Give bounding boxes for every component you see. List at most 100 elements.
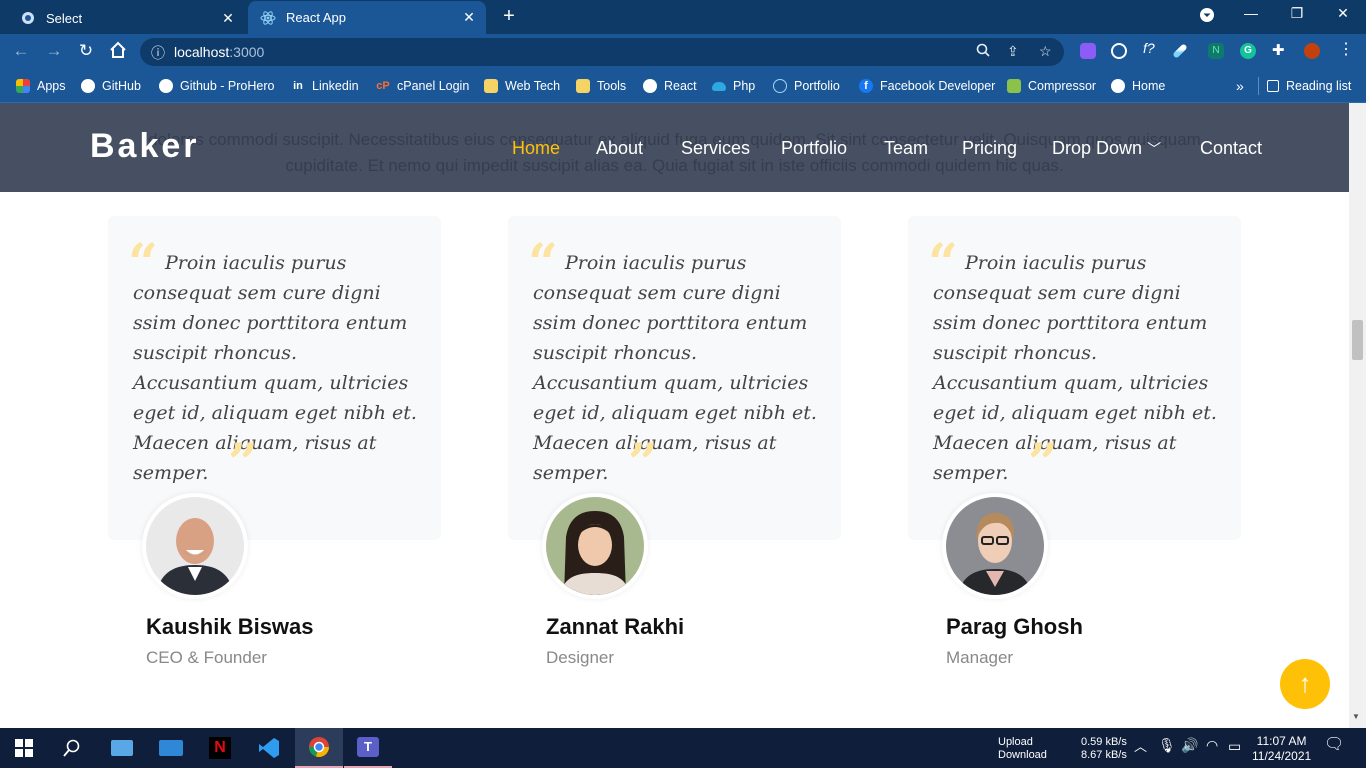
bookmark-github[interactable]: GitHub bbox=[81, 77, 141, 95]
restore-icon[interactable]: ❐ bbox=[1282, 5, 1312, 22]
linkedin-icon: in bbox=[293, 80, 303, 92]
browser-tab-strip: Select ✕ React App ✕ + — ❐ ✕ bbox=[0, 0, 1366, 34]
tab-select[interactable]: Select ✕ bbox=[8, 2, 245, 34]
formula-extension-icon[interactable]: f? bbox=[1143, 40, 1159, 56]
scroll-down-arrow-icon[interactable]: ▼ bbox=[1352, 712, 1360, 721]
bookmark-web-tech[interactable]: Web Tech bbox=[484, 77, 560, 95]
bookmark-tools[interactable]: Tools bbox=[576, 77, 626, 95]
nav-services[interactable]: Services bbox=[681, 138, 750, 159]
nav-portfolio[interactable]: Portfolio bbox=[781, 138, 847, 159]
tab-search-icon[interactable] bbox=[1192, 7, 1222, 26]
person-name: Kaushik Biswas bbox=[146, 614, 314, 639]
back-to-top-button[interactable]: ↑ bbox=[1280, 659, 1330, 709]
chevron-down-icon: ﹀ bbox=[1147, 141, 1162, 157]
netflix-icon[interactable]: N bbox=[196, 728, 244, 768]
nav-contact[interactable]: Contact bbox=[1200, 138, 1262, 159]
bookmark-apps[interactable]: Apps bbox=[16, 77, 66, 95]
bookmark-php[interactable]: Php bbox=[712, 77, 755, 95]
share-icon[interactable]: ⇪ bbox=[1007, 43, 1019, 60]
quote-close-icon: ” bbox=[228, 433, 258, 494]
bookmarks-bar: Apps GitHub Github - ProHero in Linkedin … bbox=[0, 70, 1366, 103]
reload-icon[interactable]: ↻ bbox=[75, 41, 97, 61]
battery-icon[interactable]: ▭ bbox=[1228, 739, 1241, 753]
nav-about[interactable]: About bbox=[596, 138, 643, 159]
testimonial-quote: Proin iaculis purus consequat sem cure d… bbox=[933, 252, 1217, 484]
chrome-icon[interactable] bbox=[295, 728, 343, 768]
cloud-icon bbox=[712, 81, 726, 91]
notifications-icon[interactable]: 🗨 bbox=[1324, 737, 1344, 753]
tab-react-app[interactable]: React App ✕ bbox=[248, 1, 486, 34]
bookmark-github-prohero[interactable]: Github - ProHero bbox=[159, 77, 274, 95]
bookmark-cpanel[interactable]: cP cPanel Login bbox=[376, 77, 469, 95]
apps-grid-icon bbox=[16, 79, 30, 93]
close-tab-icon[interactable]: ✕ bbox=[217, 10, 239, 27]
person-role: CEO & Founder bbox=[146, 648, 267, 667]
profile-avatar[interactable] bbox=[1304, 43, 1320, 59]
bookmark-portfolio[interactable]: Portfolio bbox=[773, 77, 840, 95]
new-tab-icon[interactable]: + bbox=[498, 5, 520, 28]
bookmark-star-icon[interactable]: ☆ bbox=[1039, 43, 1052, 60]
bookmark-home[interactable]: Home bbox=[1111, 77, 1165, 95]
github-icon bbox=[81, 79, 95, 93]
compressor-icon bbox=[1007, 79, 1021, 93]
menu-kebab-icon[interactable]: ⋮ bbox=[1338, 39, 1354, 58]
tab-title: React App bbox=[286, 10, 346, 25]
back-icon[interactable]: ← bbox=[10, 41, 32, 61]
site-header: dolores commodi suscipit. Necessitatibus… bbox=[0, 103, 1349, 192]
minimize-icon[interactable]: — bbox=[1236, 5, 1266, 21]
github-icon bbox=[643, 79, 657, 93]
start-windows-icon[interactable] bbox=[0, 728, 48, 768]
vscode-icon[interactable] bbox=[245, 728, 293, 768]
bookmark-react[interactable]: React bbox=[643, 77, 697, 95]
explorer-app-icon[interactable] bbox=[98, 728, 146, 768]
facebook-icon: f bbox=[859, 79, 873, 93]
bookmarks-overflow-icon[interactable]: » bbox=[1236, 77, 1244, 95]
avatar bbox=[542, 493, 648, 599]
github-icon bbox=[159, 79, 173, 93]
person-photo bbox=[146, 497, 244, 595]
mail-icon[interactable] bbox=[147, 728, 195, 768]
wifi-icon[interactable]: ◠ bbox=[1206, 738, 1218, 752]
page-viewport: dolores commodi suscipit. Necessitatibus… bbox=[0, 103, 1349, 728]
extension-icon[interactable] bbox=[1080, 43, 1096, 59]
close-window-icon[interactable]: ✕ bbox=[1328, 5, 1358, 22]
grammarly-icon[interactable]: G bbox=[1240, 43, 1256, 59]
teams-icon[interactable]: T bbox=[344, 728, 392, 768]
nav-dropdown[interactable]: Drop Down ﹀ bbox=[1052, 138, 1161, 159]
address-toolbar: ← → ↻ ⓘ localhost:3000 ⇪ ☆ f? N G ✚ ⋮ bbox=[0, 34, 1366, 70]
globe-icon bbox=[1111, 79, 1125, 93]
bookmark-linkedin[interactable]: in Linkedin bbox=[291, 77, 358, 95]
nav-home[interactable]: Home bbox=[512, 138, 560, 159]
reading-list-button[interactable]: Reading list bbox=[1258, 77, 1351, 95]
reading-list-icon bbox=[1267, 80, 1279, 92]
zoom-icon[interactable] bbox=[976, 43, 990, 60]
clock[interactable]: 11:07 AM 11/24/2021 bbox=[1252, 734, 1311, 764]
cpanel-icon: cP bbox=[376, 80, 390, 92]
search-icon[interactable] bbox=[48, 728, 96, 768]
network-speeds: 0.59 kB/s 8.67 kB/s bbox=[1081, 736, 1127, 761]
person-role: Designer bbox=[546, 648, 615, 667]
scrollbar-track[interactable] bbox=[1349, 103, 1366, 728]
color-picker-icon[interactable] bbox=[1172, 43, 1188, 59]
site-logo[interactable]: Baker bbox=[90, 127, 200, 166]
home-icon[interactable] bbox=[107, 41, 129, 64]
scrollbar-thumb[interactable] bbox=[1352, 320, 1363, 360]
extensions-puzzle-icon[interactable]: ✚ bbox=[1272, 41, 1288, 59]
quote-close-icon: ” bbox=[1028, 433, 1058, 494]
extension-icon[interactable] bbox=[1111, 43, 1127, 59]
avatar bbox=[942, 493, 1048, 599]
bookmark-compressor[interactable]: Compressor bbox=[1007, 77, 1096, 95]
person-name: Parag Ghosh bbox=[946, 614, 1083, 639]
nav-pricing[interactable]: Pricing bbox=[962, 138, 1017, 159]
nav-team[interactable]: Team bbox=[884, 138, 928, 159]
forward-icon[interactable]: → bbox=[43, 41, 65, 61]
close-tab-icon[interactable]: ✕ bbox=[458, 9, 480, 26]
microphone-icon[interactable]: 🎙 bbox=[1158, 738, 1176, 752]
extension-n-icon[interactable]: N bbox=[1208, 43, 1224, 59]
volume-icon[interactable]: 🔊 bbox=[1181, 738, 1198, 752]
bookmark-facebook-developer[interactable]: f Facebook Developer bbox=[859, 77, 995, 95]
omnibox[interactable]: ⓘ localhost:3000 ⇪ ☆ bbox=[140, 38, 1064, 66]
folder-icon bbox=[576, 79, 590, 93]
info-icon[interactable]: ⓘ bbox=[151, 43, 165, 63]
show-hidden-icons-icon[interactable]: ︿ bbox=[1134, 740, 1147, 753]
